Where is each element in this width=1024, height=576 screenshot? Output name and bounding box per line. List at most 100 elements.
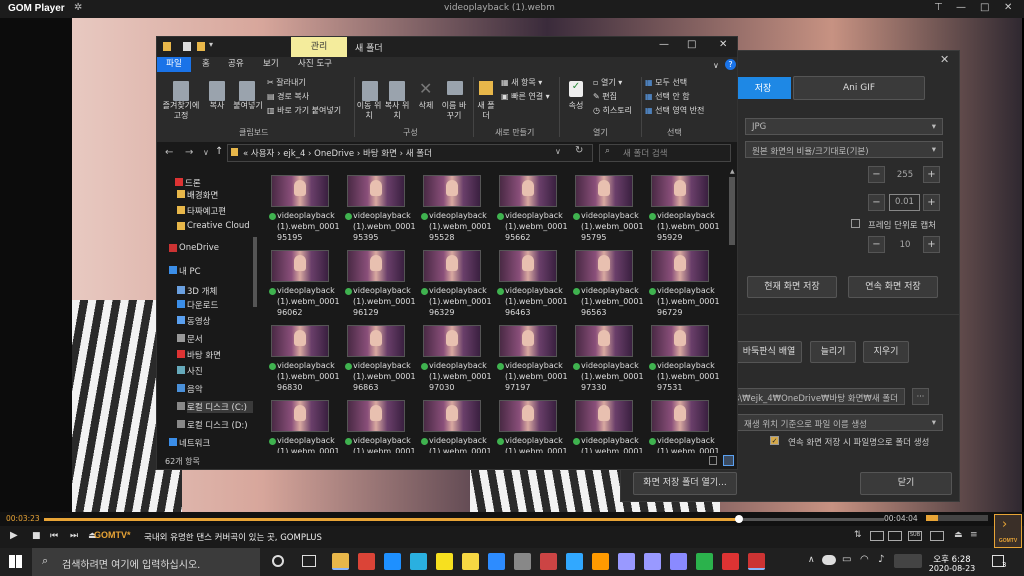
file-tile[interactable]: videoplayback (1).webm_0001 96830 [267,321,340,397]
volume-track[interactable] [938,515,988,521]
file-tile[interactable]: videoplayback (1).webm_0001 97330 [571,321,644,397]
photoshop-taskbar-icon[interactable] [566,553,583,570]
erase-button[interactable]: 지우기 [863,341,909,363]
prev-icon[interactable]: ⏮ [50,531,58,541]
file-tile[interactable]: videoplayback (1).webm_0001 95662 [495,171,568,247]
select-none-button[interactable]: ▦ 선택 안 함 [645,91,690,102]
onedrive-tray-icon[interactable] [822,555,836,565]
nav-scrollbar[interactable] [253,237,257,307]
history-button[interactable]: ◷ 히스토리 [593,105,632,116]
nav-item-3d-objects[interactable]: 3D 개체 [187,285,253,297]
stop-icon[interactable]: ■ [32,531,41,541]
pin-icon[interactable]: ⊤ [934,2,943,13]
forward-icon[interactable]: → [185,147,193,158]
wifi-icon[interactable]: ◠ [860,554,869,565]
eject-icon[interactable]: ⏏ [954,530,963,540]
network-icon[interactable]: ▭ [842,554,851,565]
file-tile[interactable]: videoplayback (1).webm_0001 95929 [647,171,720,247]
close-icon[interactable]: ✕ [719,39,727,50]
tab-share[interactable]: 공유 [223,57,249,72]
edit-button[interactable]: ✎ 편집 [593,91,617,102]
count-value[interactable]: 10 [890,240,920,250]
back-icon[interactable]: ← [165,147,173,158]
pin-button[interactable]: 즐겨찾기에 고정 [159,101,203,121]
menu-icon[interactable]: ≡ [970,530,978,540]
select-all-button[interactable]: ▦ 모두 선택 [645,77,687,88]
minus-icon[interactable]: − [868,236,885,253]
properties-button[interactable]: 속성 [563,101,589,111]
tab-view[interactable]: 보기 [258,57,284,72]
app-red-taskbar-icon[interactable] [722,553,739,570]
crumb-user[interactable]: 사용자 [251,149,274,159]
crumb-onedrive[interactable]: OneDrive [314,149,354,159]
file-tile[interactable]: videoplayback (1).webm_0001 97531 [647,321,720,397]
nav-item-this-pc[interactable]: 내 PC [179,265,253,277]
crumb-ejk[interactable]: ejk_4 [283,149,305,159]
help-icon[interactable]: ? [725,59,736,70]
clock-date[interactable]: 2020-08-23 [926,564,978,573]
open-folder-button[interactable]: 화면 저장 폴더 열기... [633,472,737,495]
crumb-new-folder[interactable]: 새 폴더 [406,149,432,159]
nav-item-network[interactable]: 네트워크 [179,437,253,449]
content-scrollbar[interactable] [729,177,735,245]
minimize-icon[interactable]: — [956,2,966,13]
ad-text[interactable]: 국내외 유명한 댄스 커버곡이 있는 곳, GOMPLUS [144,531,322,543]
quick-access-dropdown-icon[interactable]: ▾ [209,40,213,49]
tile-arrange-button[interactable]: 바둑판식 배열 [736,341,802,363]
browse-button[interactable]: ··· [912,388,929,405]
file-tile[interactable]: videoplayback (1).webm_0001 97197 [495,321,568,397]
cortana-icon[interactable] [272,555,284,567]
volume-icon[interactable]: ♪ [878,554,884,565]
playlist-icon[interactable] [870,531,884,541]
size-select[interactable]: 원본 화면의 비율/크기대로(기본) ▾ [745,141,943,158]
copy-to-button[interactable]: 복사 위치 [383,101,411,121]
file-tile[interactable]: videoplayback (1).webm_0001 96863 [343,321,416,397]
nav-item-videos[interactable]: 동영상 [187,315,253,327]
crumb-desktop[interactable]: 바탕 화면 [363,149,397,159]
increase-button[interactable]: 늘리기 [810,341,856,363]
tray-expand-icon[interactable]: ∧ [808,555,815,565]
easy-access-button[interactable]: ▣ 빠른 연결 ▾ [501,91,550,102]
recent-dropdown-icon[interactable]: ∨ [203,148,209,157]
app-green-taskbar-icon[interactable] [696,553,713,570]
plus-icon[interactable]: + [923,194,940,211]
new-item-button[interactable]: ▦ 새 항목 ▾ [501,77,542,88]
plus-icon[interactable]: + [923,236,940,253]
file-tile[interactable]: videoplayback (1).webm_0001 [647,396,720,453]
nav-item-local-disk-c[interactable]: 로컬 디스크 (C:) [187,401,253,413]
file-tile[interactable]: videoplayback (1).webm_0001 97030 [419,321,492,397]
gom-taskbar-icon[interactable] [748,553,765,570]
file-tile[interactable]: videoplayback (1).webm_0001 95195 [267,171,340,247]
refresh-icon[interactable]: ↻ [575,145,583,156]
minimize-icon[interactable]: — [659,39,669,50]
properties-icon[interactable] [183,42,191,51]
scroll-up-icon[interactable]: ▲ [730,168,735,175]
copy-path-button[interactable]: ▤ 경로 복사 [267,91,309,102]
volume-level[interactable] [926,515,938,521]
file-tile[interactable]: videoplayback (1).webm_0001 96329 [419,246,492,322]
bird-taskbar-icon[interactable] [410,553,427,570]
invert-selection-button[interactable]: ▦ 선택 영역 반전 [645,105,704,116]
new-folder-icon[interactable] [197,42,205,51]
chrome-taskbar-icon[interactable] [358,553,375,570]
plus-icon[interactable]: + [923,166,940,183]
file-tile[interactable]: videoplayback (1).webm_0001 95528 [419,171,492,247]
file-tile[interactable]: videoplayback (1).webm_0001 [267,396,340,453]
subtitle-icon[interactable]: SUB [908,531,922,541]
capture-icon[interactable] [930,531,944,541]
next-icon[interactable]: ⏭ [70,531,78,541]
close-icon[interactable]: ✕ [940,53,949,66]
kakaotalk-taskbar-icon[interactable] [436,553,453,570]
quality-value[interactable]: 255 [890,170,920,180]
nav-item-music[interactable]: 음악 [187,383,253,395]
new-folder-button[interactable]: 새 폴더 [475,101,497,121]
seek-handle[interactable] [735,515,743,523]
file-tile[interactable]: videoplayback (1).webm_0001 96129 [343,246,416,322]
file-tile[interactable]: videoplayback (1).webm_0001 [571,396,644,453]
zoom-taskbar-icon[interactable] [488,553,505,570]
file-tile[interactable]: videoplayback (1).webm_0001 96062 [267,246,340,322]
paste-shortcut-button[interactable]: ▥ 바로 가기 붙여넣기 [267,105,341,116]
save-path-input[interactable]: C:\Users\₩ejk_4₩OneDrive₩바탕 화면₩새 폴더 [737,388,905,405]
sort-icon[interactable]: ⇅ [854,530,862,540]
details-view-icon[interactable] [709,456,717,465]
